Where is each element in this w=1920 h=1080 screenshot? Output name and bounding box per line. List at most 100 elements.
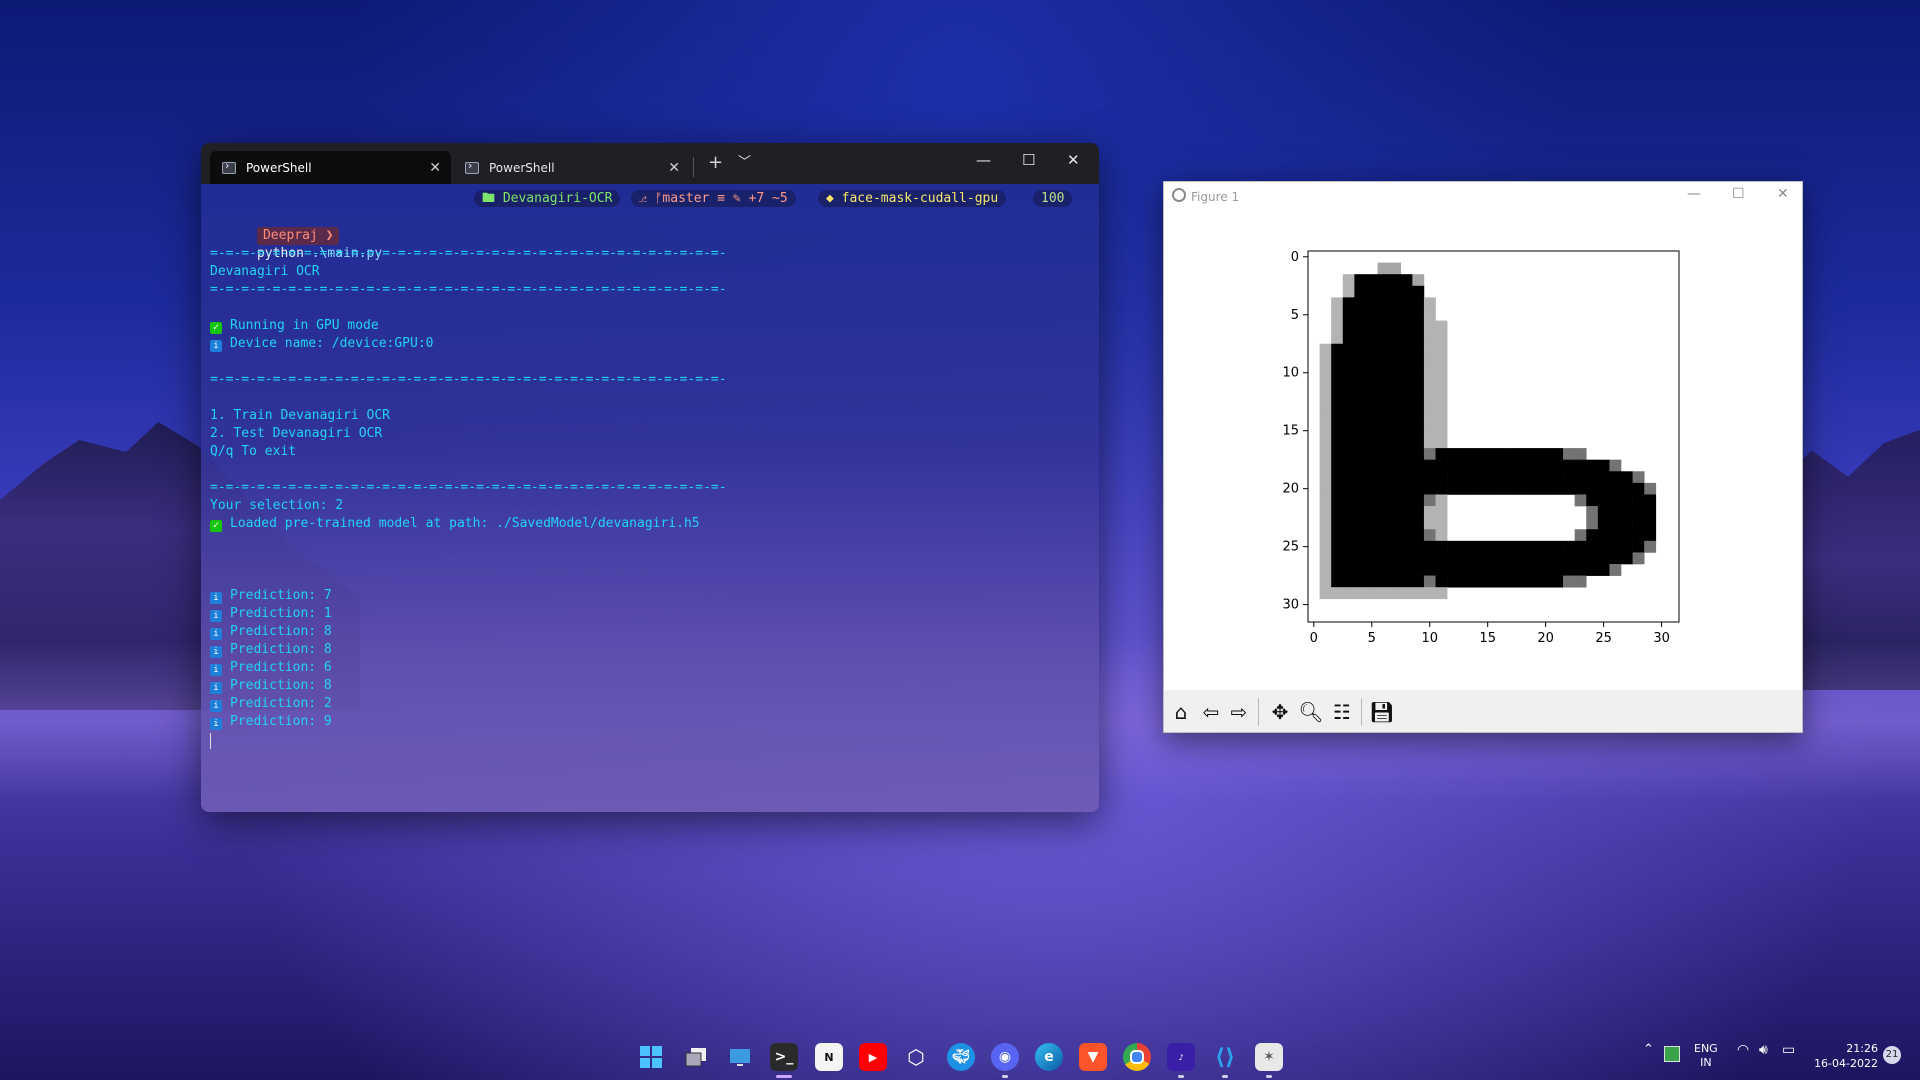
gpu-mode-text: Running in GPU mode <box>230 318 379 333</box>
maximize-button[interactable]: ☐ <box>1022 151 1035 169</box>
pixel-cell <box>1377 274 1390 287</box>
x-tick-label: 25 <box>1595 631 1612 646</box>
new-tab-button[interactable]: + <box>708 152 723 174</box>
prediction-text: Prediction: 9 <box>230 714 332 729</box>
cube-icon[interactable]: ⬡ <box>902 1043 930 1071</box>
pixel-cell <box>1319 401 1332 414</box>
home-icon[interactable]: ⌂ <box>1168 699 1194 725</box>
pixel-cell <box>1377 308 1390 321</box>
close-button[interactable]: ✕ <box>1777 186 1789 202</box>
vscode-icon[interactable]: ⟨⟩ <box>1211 1043 1239 1071</box>
edge-icon[interactable]: e <box>1035 1043 1063 1071</box>
pixel-cell <box>1505 564 1517 576</box>
pixel-cell <box>1574 529 1587 542</box>
pixel-cell <box>1563 471 1575 484</box>
notion-icon[interactable]: N <box>815 1043 843 1071</box>
pixel-cell <box>1574 448 1587 460</box>
y-tick-label: 30 <box>1282 598 1299 613</box>
volume-icon[interactable]: 🔊︎ <box>1759 1042 1768 1058</box>
pixel-cell <box>1412 320 1425 333</box>
back-icon[interactable]: ⇦ <box>1198 699 1224 725</box>
close-button[interactable]: ✕ <box>1067 151 1080 169</box>
brave-icon[interactable]: ▼ <box>1079 1043 1107 1071</box>
docker-icon[interactable]: 🐳︎ <box>947 1043 975 1071</box>
figure-titlebar[interactable]: Figure 1 — ☐ ✕ <box>1164 182 1802 212</box>
pixel-cell <box>1319 529 1332 542</box>
notification-badge[interactable]: 21 <box>1883 1046 1901 1064</box>
running-indicator <box>1002 1075 1008 1078</box>
pixel-cell <box>1574 471 1587 484</box>
figure-window[interactable]: Figure 1 — ☐ ✕ 0 5 10 15 20 25 30 0 5 10 15 20 25 30 … <box>1163 181 1803 733</box>
pixel-cell <box>1319 564 1332 576</box>
pixel-cell <box>1377 459 1390 472</box>
pixel-cell <box>1470 471 1483 484</box>
minimize-button[interactable]: — <box>1687 186 1701 202</box>
pixel-cell <box>1574 564 1587 576</box>
pixel-cell <box>1389 459 1402 472</box>
discord-icon[interactable]: ◉ <box>991 1043 1019 1071</box>
running-indicator <box>1222 1075 1228 1078</box>
pixel-cell <box>1377 262 1390 275</box>
close-icon[interactable]: ✕ <box>668 160 680 176</box>
pixel-cell <box>1423 575 1436 588</box>
pixel-cell <box>1354 494 1367 507</box>
device-line: i Device name: /device:GPU:0 <box>210 335 434 353</box>
pixel-cell <box>1516 448 1529 460</box>
close-icon[interactable]: ✕ <box>429 160 441 176</box>
pixel-cell <box>1400 424 1413 437</box>
pixel-cell <box>1354 413 1367 426</box>
pixel-cell <box>1400 459 1413 472</box>
pixel-cell <box>1458 564 1471 576</box>
pixel-cell <box>1354 575 1367 588</box>
tray-app-icon[interactable] <box>1664 1046 1680 1062</box>
pixel-cell <box>1331 471 1344 484</box>
pixel-cell <box>1458 459 1471 472</box>
terminal-output[interactable]: 🖿 Devanagiri-OCR ⎇ ᚠmaster ≡ ✎ +7 ~5 ◆ f… <box>201 184 1099 812</box>
pixel-cell <box>1481 564 1494 576</box>
language-indicator[interactable]: ENG IN <box>1694 1042 1718 1070</box>
pixel-cell <box>1470 459 1483 472</box>
tab-powershell-2[interactable]: PowerShell ✕ <box>453 151 690 184</box>
save-icon[interactable]: 💾︎ <box>1369 699 1395 725</box>
desktop-icon[interactable] <box>726 1043 754 1071</box>
pixel-cell <box>1481 448 1494 460</box>
pixel-cell <box>1319 390 1332 403</box>
youtube-icon[interactable]: ▶ <box>859 1043 887 1071</box>
pixel-cell <box>1354 390 1367 403</box>
plot-area[interactable]: 0 5 10 15 20 25 30 0 5 10 15 20 25 30 <box>1164 212 1802 672</box>
pixel-cell <box>1377 482 1390 495</box>
pixel-cell <box>1319 540 1332 553</box>
windows-icon[interactable] <box>637 1043 665 1071</box>
pixel-cell <box>1354 378 1367 391</box>
chrome-icon[interactable] <box>1123 1043 1151 1071</box>
chevron-up-icon[interactable]: ⌃ <box>1643 1042 1654 1057</box>
pixel-cell <box>1365 482 1378 495</box>
maximize-button[interactable]: ☐ <box>1732 186 1745 202</box>
chevron-down-icon[interactable]: ﹀ <box>738 152 751 174</box>
zoom-icon[interactable]: 🔍︎ <box>1298 699 1324 725</box>
tab-powershell-1[interactable]: PowerShell ✕ <box>210 151 451 184</box>
pixel-cell <box>1331 320 1344 333</box>
terminal-icon[interactable]: >_ <box>770 1043 798 1071</box>
pixel-cell <box>1609 552 1622 565</box>
status-git: ⎇ ᚠmaster ≡ ✎ +7 ~5 <box>631 190 796 207</box>
pixel-cell <box>1423 308 1436 321</box>
pixel-cell <box>1435 378 1448 391</box>
pixel-cell <box>1400 320 1413 333</box>
pixel-cell <box>1319 587 1332 600</box>
clock[interactable]: 21:26 16-04-2022 <box>1812 1041 1878 1071</box>
figure-icon[interactable]: ✶ <box>1255 1043 1283 1071</box>
wifi-icon[interactable]: ◠ <box>1737 1042 1749 1058</box>
minimize-button[interactable]: — <box>976 151 991 169</box>
battery-icon[interactable]: ▭ <box>1782 1042 1795 1058</box>
amazon-music-icon[interactable]: ♪ <box>1167 1043 1195 1071</box>
pixel-cell <box>1400 564 1413 576</box>
pan-icon[interactable]: ✥ <box>1267 699 1293 725</box>
forward-icon[interactable]: ⇨ <box>1226 699 1252 725</box>
terminal-window[interactable]: PowerShell ✕ PowerShell ✕ + ﹀ — ☐ ✕ 🖿 De… <box>201 143 1099 812</box>
terminal-titlebar[interactable]: PowerShell ✕ PowerShell ✕ + ﹀ — ☐ ✕ <box>201 143 1099 184</box>
configure-icon[interactable]: ☷ <box>1329 699 1355 725</box>
pixel-cell <box>1423 297 1436 310</box>
pixel-cell <box>1423 343 1436 356</box>
task-view-icon[interactable] <box>682 1043 710 1071</box>
